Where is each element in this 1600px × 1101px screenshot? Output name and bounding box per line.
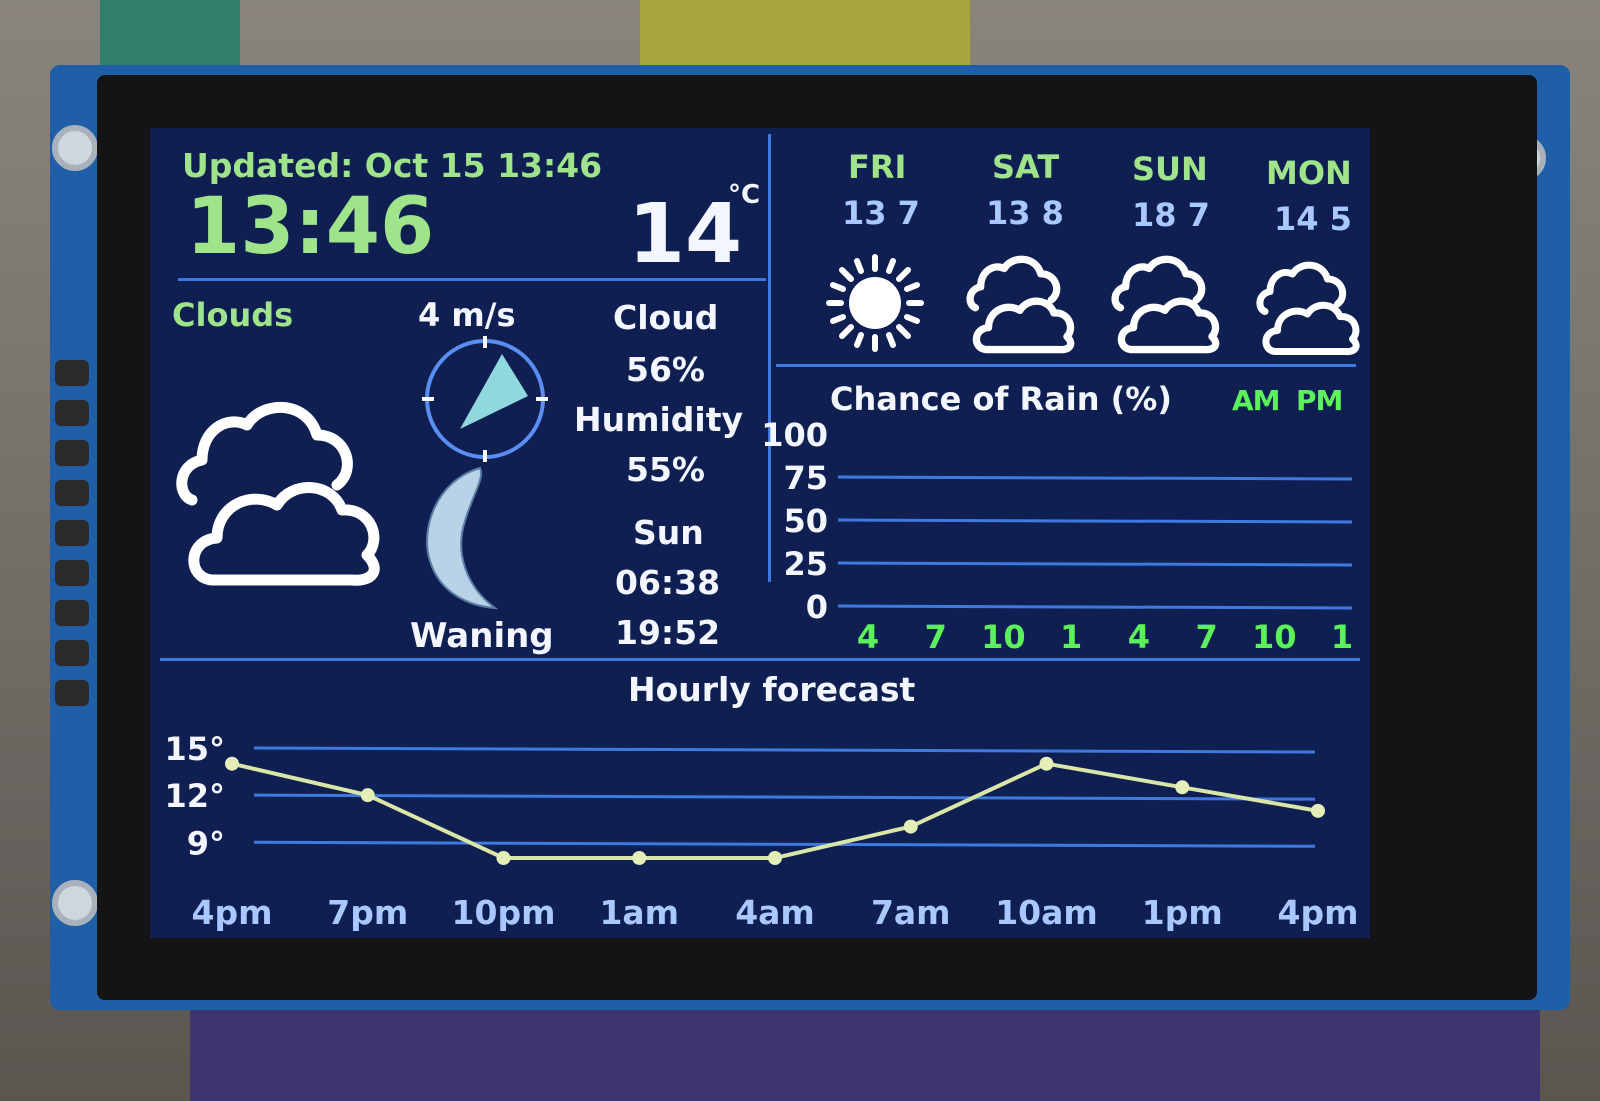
forecast-temps-fri: 13 7 xyxy=(842,194,920,232)
x-tick-label: 4pm xyxy=(192,893,273,932)
cloud-icon xyxy=(1256,261,1360,356)
humidity-label: Humidity xyxy=(574,400,744,439)
compass-icon xyxy=(422,336,548,462)
divider xyxy=(178,278,766,281)
x-tick-label: 4 xyxy=(857,618,879,656)
forecast-day-mon: MON xyxy=(1266,154,1352,192)
condition-label: Clouds xyxy=(172,296,294,334)
temperature-point xyxy=(225,756,239,771)
cable-clip xyxy=(100,0,240,75)
header-pin xyxy=(55,560,89,586)
cloud-icon xyxy=(966,255,1075,354)
forecast-temps-sun: 18 7 xyxy=(1132,196,1210,234)
weather-screen: Updated: Oct 15 13:46 13:46 14 °C Clouds… xyxy=(150,128,1370,938)
moon-icon xyxy=(426,466,499,610)
sunset-time: 19:52 xyxy=(615,613,721,652)
cloud-icon xyxy=(176,401,380,586)
cloud-icon xyxy=(1111,255,1220,354)
temperature-point xyxy=(1175,780,1190,795)
sun-label: Sun xyxy=(633,513,704,552)
cloud-value: 56% xyxy=(626,350,705,389)
forecast-day-fri: FRI xyxy=(848,148,907,186)
y-tick-label: 12° xyxy=(164,777,225,815)
forecast-temps-mon: 14 5 xyxy=(1274,200,1352,238)
gridline xyxy=(253,746,1316,754)
x-tick-label: 4 xyxy=(1128,618,1150,656)
x-tick-label: 7am xyxy=(871,893,951,932)
gridline xyxy=(837,518,1353,524)
gridline xyxy=(253,840,1316,848)
cloud-label: Cloud xyxy=(613,298,719,337)
x-tick-label: 4am xyxy=(735,893,815,932)
header-pin xyxy=(55,600,89,626)
x-tick-label: 10am xyxy=(995,893,1098,932)
x-tick-label: 10 xyxy=(981,618,1026,656)
y-tick-label: 25 xyxy=(783,545,828,583)
divider xyxy=(160,658,1360,661)
y-tick-label: 75 xyxy=(783,459,828,497)
y-tick-label: 50 xyxy=(783,502,828,540)
x-tick-label: 1am xyxy=(599,893,679,932)
temperature-point xyxy=(768,851,782,865)
header-pin xyxy=(55,360,89,386)
header-pin xyxy=(55,680,89,706)
forecast-temps-sat: 13 8 xyxy=(986,194,1064,232)
background-box xyxy=(640,0,970,70)
sunrise-time: 06:38 xyxy=(615,563,721,602)
x-tick-label: 10 xyxy=(1252,618,1297,656)
x-tick-label: 7 xyxy=(925,618,947,656)
x-tick-label: 1pm xyxy=(1142,893,1223,932)
gridline xyxy=(837,561,1353,567)
header-pin xyxy=(55,400,89,426)
temperature-unit: °C xyxy=(728,180,761,210)
mount-hole xyxy=(52,880,98,926)
header-pin xyxy=(55,480,89,506)
humidity-value: 55% xyxy=(626,450,705,489)
y-tick-label: 15° xyxy=(164,730,225,768)
temperature-point xyxy=(632,851,647,865)
x-tick-label: 1 xyxy=(1331,618,1353,656)
moon-phase: Waning xyxy=(410,616,554,656)
x-tick-label: 7 xyxy=(1195,618,1217,656)
x-tick-label: 1 xyxy=(1060,618,1082,656)
y-tick-label: 0 xyxy=(806,588,828,626)
hourly-title: Hourly forecast xyxy=(628,670,916,709)
header-pin xyxy=(55,440,89,466)
x-tick-label: 7pm xyxy=(327,893,408,932)
temperature-point xyxy=(496,851,511,865)
gridline xyxy=(837,475,1353,481)
updated-label: Updated: Oct 15 13:46 xyxy=(182,146,603,185)
header-pin xyxy=(55,520,89,546)
temperature-point xyxy=(360,788,375,803)
temperature-point xyxy=(1039,756,1054,771)
current-temperature: 14 xyxy=(628,187,743,282)
gridline xyxy=(253,793,1316,801)
temperature-point xyxy=(903,819,918,834)
forecast-day-sat: SAT xyxy=(992,148,1060,186)
hourly-chart: 15° 12° 9° 4pm 7pm 10pm 1am 4am 7am 10am 1pm 4pm xyxy=(164,730,1359,932)
y-tick-label: 9° xyxy=(187,824,225,862)
header-pin xyxy=(55,640,89,666)
sun-icon xyxy=(826,254,924,352)
clock-time: 13:46 xyxy=(186,182,435,272)
y-tick-label: 100 xyxy=(761,416,828,454)
rain-chart: 10075502504 7 10 1 4 7 10 1 xyxy=(761,416,1353,656)
x-tick-label: 10pm xyxy=(452,893,556,932)
forecast-day-sun: SUN xyxy=(1132,150,1208,188)
gridline xyxy=(837,604,1353,610)
wind-speed: 4 m/s xyxy=(418,296,516,334)
temperature-point xyxy=(1311,803,1325,818)
x-tick-label: 4pm xyxy=(1278,893,1359,932)
divider xyxy=(776,364,1356,367)
mount-hole xyxy=(52,125,98,171)
